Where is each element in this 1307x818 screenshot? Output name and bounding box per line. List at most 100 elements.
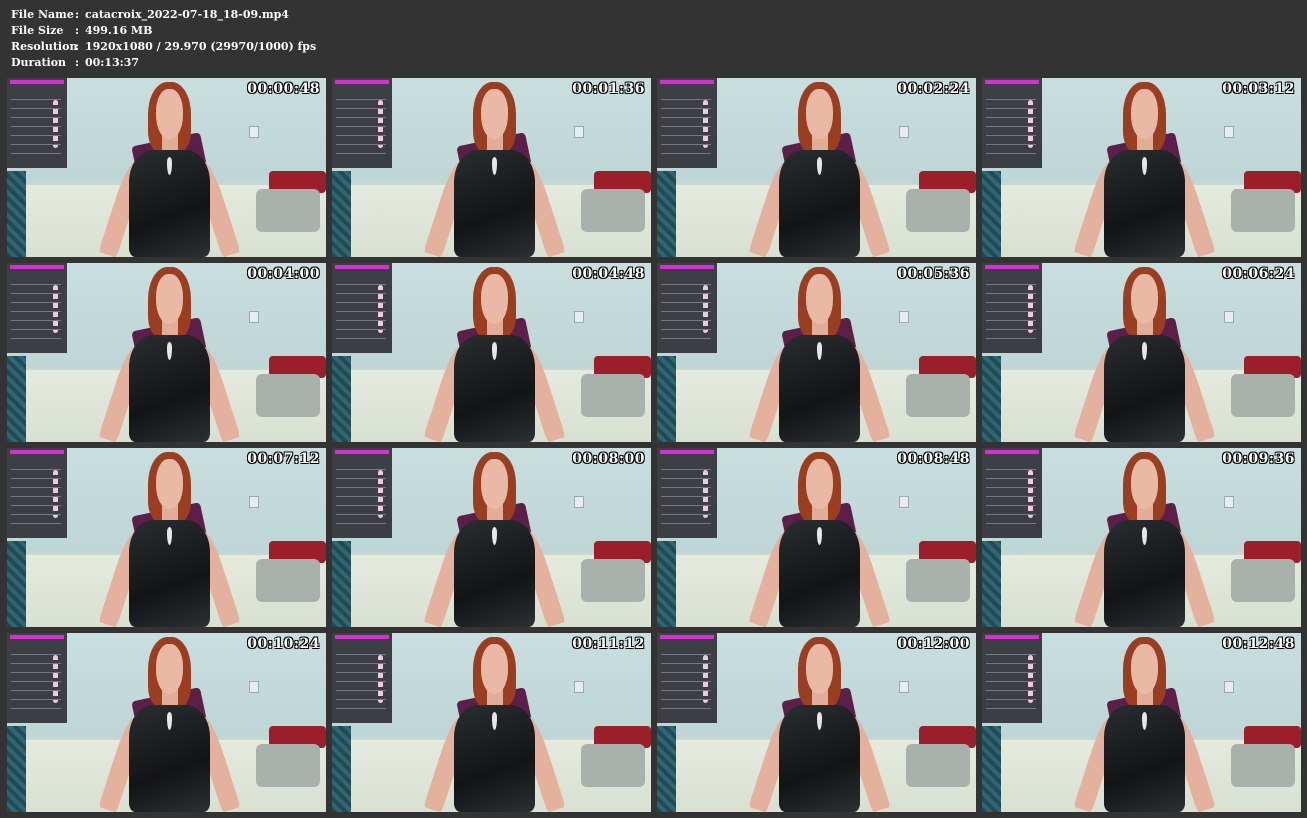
- overlay-menu-panel: [982, 263, 1042, 353]
- person-figure: [423, 633, 566, 812]
- video-thumbnail[interactable]: 00:10:24: [7, 633, 326, 812]
- thumbnail-timestamp: 00:02:24: [897, 81, 970, 97]
- resolution-separator: :: [75, 40, 80, 53]
- wall-switch: [1224, 126, 1235, 139]
- thumbnail-timestamp: 00:04:48: [572, 266, 645, 282]
- person-figure: [1073, 263, 1216, 442]
- overlay-menu-bar: [660, 450, 714, 454]
- blanket-backdrop: [332, 541, 352, 627]
- overlay-menu-bar: [10, 80, 64, 84]
- overlay-menu-bar: [335, 635, 389, 639]
- overlay-menu-dots: [1028, 100, 1033, 148]
- video-thumbnail[interactable]: 00:08:48: [657, 448, 976, 627]
- blanket-backdrop: [982, 726, 1002, 812]
- overlay-menu-bar: [985, 265, 1039, 269]
- overlay-menu-dots: [1028, 285, 1033, 333]
- overlay-menu-dots: [703, 100, 708, 148]
- blanket-backdrop: [657, 171, 677, 257]
- person-figure: [98, 78, 241, 257]
- person-figure: [423, 263, 566, 442]
- overlay-menu-dots: [1028, 470, 1033, 518]
- thumbnail-timestamp: 00:12:48: [1222, 636, 1295, 652]
- overlay-menu-dots: [53, 285, 58, 333]
- overlay-menu-panel: [982, 633, 1042, 723]
- video-thumbnail[interactable]: 00:01:36: [332, 78, 651, 257]
- grey-pillow: [255, 558, 320, 602]
- thumbnail-timestamp: 00:07:12: [247, 451, 320, 467]
- overlay-menu-panel: [7, 263, 67, 353]
- overlay-menu-panel: [332, 448, 392, 538]
- wall-switch: [1224, 496, 1235, 509]
- video-thumbnail[interactable]: 00:04:48: [332, 263, 651, 442]
- overlay-menu-panel: [332, 263, 392, 353]
- file-name-separator: :: [75, 8, 80, 21]
- video-thumbnail[interactable]: 00:00:48: [7, 78, 326, 257]
- person-figure: [1073, 448, 1216, 627]
- blanket-backdrop: [7, 726, 27, 812]
- overlay-menu-dots: [1028, 655, 1033, 703]
- video-thumbnail[interactable]: 00:07:12: [7, 448, 326, 627]
- video-thumbnail[interactable]: 00:11:12: [332, 633, 651, 812]
- wall-switch: [574, 681, 585, 694]
- blanket-backdrop: [7, 541, 27, 627]
- grey-pillow: [905, 188, 970, 232]
- face: [481, 643, 509, 694]
- video-thumbnail[interactable]: 00:06:24: [982, 263, 1301, 442]
- overlay-menu-bar: [985, 635, 1039, 639]
- person-figure: [748, 263, 891, 442]
- wall-switch: [249, 496, 260, 509]
- file-size-label: File Size: [11, 24, 64, 37]
- video-thumbnail[interactable]: 00:08:00: [332, 448, 651, 627]
- grey-pillow: [580, 558, 645, 602]
- wall-switch: [249, 311, 260, 324]
- overlay-menu-dots: [703, 285, 708, 333]
- duration-value: 00:13:37: [85, 56, 140, 69]
- wall-switch: [574, 311, 585, 324]
- file-info-header: File Name : catacroix_2022-07-18_18-09.m…: [11, 7, 316, 71]
- blanket-backdrop: [332, 726, 352, 812]
- grey-pillow: [255, 743, 320, 787]
- wall-switch: [899, 126, 910, 139]
- person-figure: [1073, 633, 1216, 812]
- person-figure: [423, 448, 566, 627]
- overlay-menu-bar: [10, 450, 64, 454]
- file-size-row: File Size : 499.16 MB: [11, 23, 316, 39]
- grey-pillow: [1230, 558, 1295, 602]
- video-thumbnail[interactable]: 00:02:24: [657, 78, 976, 257]
- video-thumbnail[interactable]: 00:03:12: [982, 78, 1301, 257]
- thumbnail-timestamp: 00:11:12: [572, 636, 645, 652]
- video-thumbnail[interactable]: 00:04:00: [7, 263, 326, 442]
- video-thumbnail[interactable]: 00:12:00: [657, 633, 976, 812]
- thumbnail-timestamp: 00:12:00: [897, 636, 970, 652]
- overlay-menu-dots: [378, 655, 383, 703]
- grey-pillow: [580, 188, 645, 232]
- wall-switch: [1224, 681, 1235, 694]
- duration-separator: :: [75, 56, 80, 69]
- overlay-menu-panel: [657, 448, 717, 538]
- grey-pillow: [1230, 373, 1295, 417]
- video-thumbnail[interactable]: 00:09:36: [982, 448, 1301, 627]
- video-thumbnail[interactable]: 00:05:36: [657, 263, 976, 442]
- person-figure: [748, 633, 891, 812]
- face: [806, 643, 834, 694]
- blanket-backdrop: [657, 726, 677, 812]
- face: [156, 88, 184, 139]
- face: [156, 273, 184, 324]
- thumbnail-timestamp: 00:03:12: [1222, 81, 1295, 97]
- overlay-menu-panel: [657, 78, 717, 168]
- person-figure: [98, 263, 241, 442]
- overlay-menu-dots: [703, 470, 708, 518]
- overlay-menu-panel: [7, 633, 67, 723]
- thumbnail-timestamp: 00:08:48: [897, 451, 970, 467]
- person-figure: [1073, 78, 1216, 257]
- video-thumbnail[interactable]: 00:12:48: [982, 633, 1301, 812]
- blanket-backdrop: [332, 171, 352, 257]
- wall-switch: [574, 496, 585, 509]
- wall-switch: [249, 126, 260, 139]
- overlay-menu-panel: [982, 448, 1042, 538]
- face: [481, 458, 509, 509]
- thumbnail-timestamp: 00:09:36: [1222, 451, 1295, 467]
- overlay-menu-bar: [660, 80, 714, 84]
- face: [1131, 458, 1159, 509]
- wall-switch: [899, 681, 910, 694]
